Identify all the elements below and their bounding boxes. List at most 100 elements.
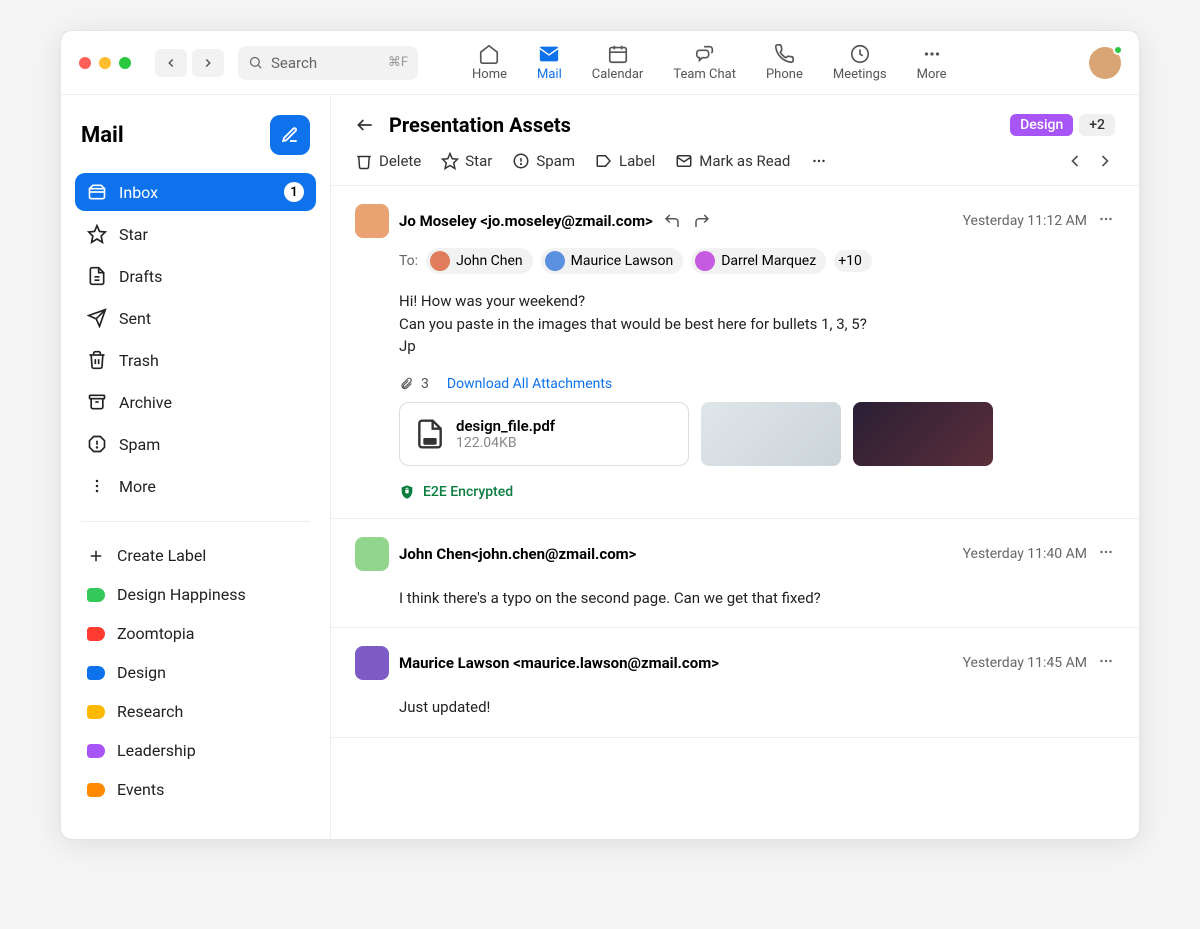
prev-message-icon[interactable] — [1065, 151, 1085, 171]
label-zoomtopia[interactable]: Zoomtopia — [75, 616, 316, 651]
label-leadership[interactable]: Leadership — [75, 733, 316, 768]
presence-dot — [1113, 45, 1123, 55]
thread-toolbar: Delete Star Spam Label Mark as Read — [331, 151, 1139, 186]
pdf-icon: PDF — [414, 418, 446, 450]
thread-label-chip[interactable]: Design — [1010, 114, 1073, 136]
app-window: Search ⌘F Home Mail Calendar Team Chat P… — [60, 30, 1140, 840]
user-avatar[interactable] — [1089, 47, 1121, 79]
search-shortcut: ⌘F — [388, 55, 408, 70]
folder-inbox[interactable]: Inbox1 — [75, 173, 316, 211]
nav-arrows — [155, 49, 224, 77]
tool-more[interactable] — [810, 152, 828, 170]
recipient-avatar — [430, 251, 450, 271]
tab-home[interactable]: Home — [472, 43, 507, 82]
message-body: Just updated! — [399, 696, 1115, 719]
nav-forward[interactable] — [192, 49, 224, 77]
message-more-icon[interactable] — [1097, 543, 1115, 565]
recipient-chip[interactable]: Maurice Lawson — [541, 248, 684, 274]
thread-extra-chip[interactable]: +2 — [1079, 114, 1115, 136]
message-from: Maurice Lawson <maurice.lawson@zmail.com… — [399, 654, 719, 672]
tool-label[interactable]: Label — [595, 152, 655, 170]
create-label[interactable]: Create Label — [75, 538, 316, 573]
tab-meetings[interactable]: Meetings — [833, 43, 887, 82]
message-time: Yesterday 11:45 AM — [963, 655, 1087, 671]
tab-more[interactable]: More — [917, 43, 947, 82]
inbox-badge: 1 — [284, 182, 304, 202]
attachment-thumbnail[interactable] — [853, 402, 993, 466]
tab-team-chat[interactable]: Team Chat — [673, 43, 736, 82]
message-list: Jo Moseley <jo.moseley@zmail.com> Yester… — [331, 186, 1139, 839]
search-box[interactable]: Search ⌘F — [238, 46, 418, 80]
label-design-happiness[interactable]: Design Happiness — [75, 577, 316, 612]
paperclip-icon — [399, 377, 413, 391]
label-events[interactable]: Events — [75, 772, 316, 807]
folder-archive[interactable]: Archive — [75, 383, 316, 421]
recipient-extra[interactable]: +10 — [834, 250, 872, 272]
message-item: Jo Moseley <jo.moseley@zmail.com> Yester… — [331, 186, 1139, 519]
message-more-icon[interactable] — [1097, 210, 1115, 232]
sender-avatar — [355, 537, 389, 571]
attachment-file[interactable]: PDF design_file.pdf 122.04KB — [399, 402, 689, 466]
sidebar-divider — [81, 521, 310, 522]
message-body: I think there's a typo on the second pag… — [399, 587, 1115, 610]
label-design[interactable]: Design — [75, 655, 316, 690]
tab-calendar[interactable]: Calendar — [592, 43, 644, 82]
search-icon — [248, 55, 263, 70]
file-name: design_file.pdf — [456, 417, 555, 435]
nav-back[interactable] — [155, 49, 187, 77]
label-color-icon — [87, 783, 105, 797]
sidebar-title: Mail — [81, 123, 124, 148]
recipient-chip[interactable]: Darrel Marquez — [691, 248, 826, 274]
maximize-window[interactable] — [119, 57, 131, 69]
label-research[interactable]: Research — [75, 694, 316, 729]
label-color-icon — [87, 744, 105, 758]
to-label: To: — [399, 253, 418, 269]
label-color-icon — [87, 627, 105, 641]
close-window[interactable] — [79, 57, 91, 69]
folder-star[interactable]: Star — [75, 215, 316, 253]
sender-avatar — [355, 204, 389, 238]
window-controls — [79, 57, 131, 69]
tab-mail[interactable]: Mail — [537, 43, 562, 82]
compose-button[interactable] — [270, 115, 310, 155]
encryption-badge: E2E Encrypted — [399, 484, 1115, 500]
svg-text:PDF: PDF — [425, 439, 435, 445]
search-placeholder: Search — [271, 54, 317, 72]
thread-title: Presentation Assets — [389, 113, 571, 137]
sender-avatar — [355, 646, 389, 680]
folder-more[interactable]: More — [75, 467, 316, 505]
recipients-row: To: John Chen Maurice Lawson Darrel Marq… — [399, 248, 1115, 274]
titlebar: Search ⌘F Home Mail Calendar Team Chat P… — [61, 31, 1139, 95]
file-size: 122.04KB — [456, 435, 555, 451]
tool-spam[interactable]: Spam — [512, 152, 575, 170]
download-all-link[interactable]: Download All Attachments — [447, 376, 612, 392]
back-icon[interactable] — [355, 115, 375, 135]
attachments: 3 Download All Attachments PDF design_fi… — [399, 376, 1115, 466]
folder-spam[interactable]: Spam — [75, 425, 316, 463]
message-more-icon[interactable] — [1097, 652, 1115, 674]
recipient-chip[interactable]: John Chen — [426, 248, 533, 274]
message-from: Jo Moseley <jo.moseley@zmail.com> — [399, 212, 653, 230]
label-color-icon — [87, 666, 105, 680]
tool-star[interactable]: Star — [441, 152, 492, 170]
message-item[interactable]: John Chen<john.chen@zmail.com> Yesterday… — [331, 519, 1139, 629]
folder-drafts[interactable]: Drafts — [75, 257, 316, 295]
message-body: Hi! How was your weekend? Can you paste … — [399, 290, 1115, 358]
next-message-icon[interactable] — [1095, 151, 1115, 171]
thread-header: Presentation Assets Design +2 — [331, 95, 1139, 151]
label-color-icon — [87, 705, 105, 719]
forward-icon[interactable] — [693, 212, 711, 230]
reply-icon[interactable] — [663, 212, 681, 230]
tab-phone[interactable]: Phone — [766, 43, 803, 82]
folder-sent[interactable]: Sent — [75, 299, 316, 337]
folder-trash[interactable]: Trash — [75, 341, 316, 379]
label-color-icon — [87, 588, 105, 602]
tool-delete[interactable]: Delete — [355, 152, 421, 170]
message-item[interactable]: Maurice Lawson <maurice.lawson@zmail.com… — [331, 628, 1139, 738]
attachment-thumbnail[interactable] — [701, 402, 841, 466]
tool-mark-read[interactable]: Mark as Read — [675, 152, 790, 170]
message-time: Yesterday 11:12 AM — [963, 213, 1087, 229]
recipient-avatar — [695, 251, 715, 271]
minimize-window[interactable] — [99, 57, 111, 69]
attach-count: 3 — [421, 376, 429, 392]
